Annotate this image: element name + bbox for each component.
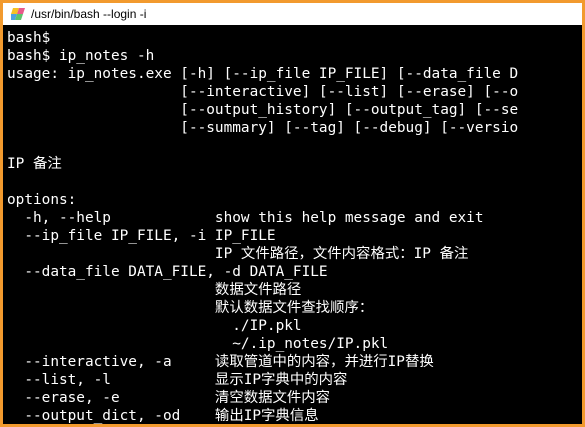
terminal-line: --erase, -e 清空数据文件内容 bbox=[7, 390, 331, 406]
terminal-line: ~/.ip_notes/IP.pkl bbox=[7, 336, 389, 352]
terminal-line: ./IP.pkl bbox=[7, 318, 302, 334]
terminal-line: --list, -l 显示IP字典中的内容 bbox=[7, 372, 348, 388]
terminal-line: [--summary] [--tag] [--debug] [--versio bbox=[7, 120, 519, 136]
terminal-line: -h, --help show this help message and ex… bbox=[7, 210, 484, 226]
terminal-line: usage: ip_notes.exe [-h] [--ip_file IP_F… bbox=[7, 66, 519, 82]
terminal-line: --interactive, -a 读取管道中的内容，并进行IP替换 bbox=[7, 354, 434, 370]
terminal-line: --output_dict, -od 输出IP字典信息 bbox=[7, 408, 319, 424]
terminal-line: IP 文件路径，文件内容格式：IP 备注 bbox=[7, 246, 469, 262]
terminal-line: 数据文件路径 bbox=[7, 282, 302, 298]
terminal-line: bash$ bbox=[7, 30, 51, 46]
terminal-line: --ip_file IP_FILE, -i IP_FILE bbox=[7, 228, 276, 244]
terminal-line: bash$ ip_notes -h bbox=[7, 48, 155, 64]
title-bar[interactable]: /usr/bin/bash --login -i bbox=[3, 3, 582, 25]
window-title: /usr/bin/bash --login -i bbox=[31, 7, 147, 21]
terminal-line: --data_file DATA_FILE, -d DATA_FILE bbox=[7, 264, 328, 280]
terminal-line: IP 备注 bbox=[7, 156, 62, 172]
terminal-line: [--interactive] [--list] [--erase] [--o bbox=[7, 84, 519, 100]
terminal-line: [--output_history] [--output_tag] [--se bbox=[7, 102, 519, 118]
terminal-output[interactable]: bash$ bash$ ip_notes -h usage: ip_notes.… bbox=[7, 27, 582, 424]
mintty-terminal-icon bbox=[11, 8, 25, 20]
terminal-line: 默认数据文件查找顺序： bbox=[7, 300, 374, 316]
terminal-line: options: bbox=[7, 192, 77, 208]
terminal-window[interactable]: /usr/bin/bash --login -i bash$ bash$ ip_… bbox=[0, 0, 585, 427]
